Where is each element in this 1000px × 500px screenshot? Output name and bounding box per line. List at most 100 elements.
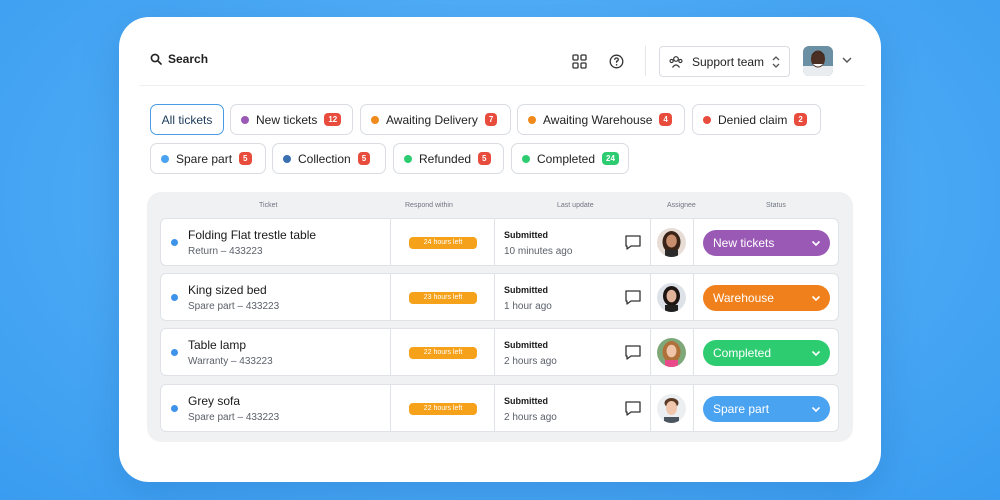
count-badge: 2: [794, 113, 807, 126]
avatar-image: [803, 46, 833, 76]
column-header-ticket: Ticket: [259, 202, 278, 209]
column-divider: [494, 274, 495, 320]
column-divider: [650, 274, 651, 320]
search-icon: [150, 53, 162, 65]
filter-label: Denied claim: [718, 112, 788, 127]
column-divider: [390, 274, 391, 320]
status-dropdown[interactable]: New tickets: [703, 230, 830, 256]
comment-icon[interactable]: [624, 344, 642, 361]
filter-all-tickets[interactable]: All tickets: [150, 104, 224, 135]
update-time: 2 hours ago: [504, 412, 557, 423]
table-row[interactable]: Folding Flat trestle table Return – 4332…: [160, 218, 839, 266]
ticket-title: King sized bed: [188, 283, 267, 297]
count-badge: 5: [239, 152, 252, 165]
status-dot: [241, 115, 249, 124]
update-title: Submitted: [504, 230, 548, 240]
filter-spare-part[interactable]: Spare part 5: [150, 143, 266, 174]
assignee-avatar[interactable]: [657, 394, 686, 423]
ticket-subtitle: Spare part – 433223: [188, 301, 280, 312]
count-badge: 12: [324, 113, 342, 126]
filter-completed[interactable]: Completed 24: [511, 143, 629, 174]
respond-badge: 22 hours left: [409, 403, 477, 415]
comment-icon[interactable]: [624, 289, 642, 306]
status-dot: [371, 115, 379, 124]
column-header-respond: Respond within: [405, 202, 453, 209]
status-dropdown[interactable]: Spare part: [703, 396, 830, 422]
assignee-avatar[interactable]: [657, 338, 686, 367]
filter-label: Completed: [537, 151, 596, 166]
table-row[interactable]: Grey sofa Spare part – 433223 22 hours l…: [160, 384, 839, 432]
status-label: Spare part: [713, 402, 770, 416]
filter-collection[interactable]: Collection 5: [272, 143, 386, 174]
help-button[interactable]: [605, 50, 627, 72]
column-header-status: Status: [766, 202, 786, 209]
header-divider: [645, 46, 646, 76]
chevron-down-icon[interactable]: [841, 54, 853, 66]
table-row[interactable]: King sized bed Spare part – 433223 23 ho…: [160, 273, 839, 321]
help-icon: [609, 54, 623, 68]
filter-new-tickets[interactable]: New tickets 12: [230, 104, 353, 135]
count-badge: 5: [478, 152, 491, 165]
count-badge: 7: [484, 113, 498, 126]
column-divider: [693, 329, 694, 375]
filter-awaiting-warehouse[interactable]: Awaiting Warehouse 4: [517, 104, 685, 135]
filter-label: Collection: [298, 151, 351, 166]
unread-dot: [171, 239, 178, 246]
column-divider: [390, 329, 391, 375]
team-select[interactable]: Support team: [659, 46, 790, 77]
column-divider: [693, 274, 694, 320]
column-divider: [693, 219, 694, 265]
column-divider: [494, 385, 495, 431]
filter-label: Awaiting Delivery: [386, 112, 478, 127]
assignee-avatar[interactable]: [657, 283, 686, 312]
filter-denied-claim[interactable]: Denied claim 2: [692, 104, 821, 135]
status-dot: [703, 115, 711, 124]
column-divider: [494, 329, 495, 375]
chevron-down-icon: [811, 295, 821, 302]
assignee-avatar[interactable]: [657, 228, 686, 257]
status-dot: [161, 154, 169, 163]
ticket-subtitle: Return – 433223: [188, 246, 263, 257]
status-label: Warehouse: [713, 291, 774, 305]
count-badge: 5: [357, 152, 371, 165]
count-badge: 4: [659, 113, 672, 126]
team-icon: [669, 55, 683, 68]
search-button[interactable]: Search: [150, 52, 208, 66]
respond-badge: 22 hours left: [409, 347, 477, 359]
search-label: Search: [168, 52, 209, 66]
update-time: 2 hours ago: [504, 356, 557, 367]
unread-dot: [171, 349, 178, 356]
column-divider: [693, 385, 694, 431]
ticket-title: Folding Flat trestle table: [188, 228, 317, 242]
status-dot: [283, 154, 291, 163]
update-title: Submitted: [504, 396, 548, 406]
column-header-assignee: Assignee: [667, 202, 696, 209]
user-avatar[interactable]: [803, 46, 833, 76]
chevron-down-icon: [811, 350, 821, 357]
update-title: Submitted: [504, 285, 548, 295]
table-row[interactable]: Table lamp Warranty – 433223 22 hours le…: [160, 328, 839, 376]
column-divider: [650, 219, 651, 265]
filter-awaiting-delivery[interactable]: Awaiting Delivery 7: [360, 104, 511, 135]
column-header-last-update: Last update: [557, 202, 594, 209]
filter-refunded[interactable]: Refunded 5: [393, 143, 504, 174]
filter-label: New tickets: [256, 112, 318, 127]
column-divider: [390, 219, 391, 265]
status-dot: [404, 154, 412, 163]
respond-badge: 24 hours left: [409, 237, 477, 249]
comment-icon[interactable]: [624, 400, 642, 417]
update-title: Submitted: [504, 340, 548, 350]
column-divider: [650, 385, 651, 431]
status-dropdown[interactable]: Warehouse: [703, 285, 830, 311]
count-badge: 24: [602, 152, 619, 165]
grid-view-button[interactable]: [568, 50, 590, 72]
chevron-down-icon: [811, 406, 821, 413]
status-dropdown[interactable]: Completed: [703, 340, 830, 366]
chevron-updown-icon: [772, 56, 780, 68]
status-label: New tickets: [713, 236, 775, 250]
filter-label: Spare part: [176, 151, 233, 166]
ticket-title: Table lamp: [188, 338, 247, 352]
ticket-title: Grey sofa: [188, 394, 241, 408]
comment-icon[interactable]: [624, 234, 642, 251]
team-select-label: Support team: [692, 54, 765, 69]
